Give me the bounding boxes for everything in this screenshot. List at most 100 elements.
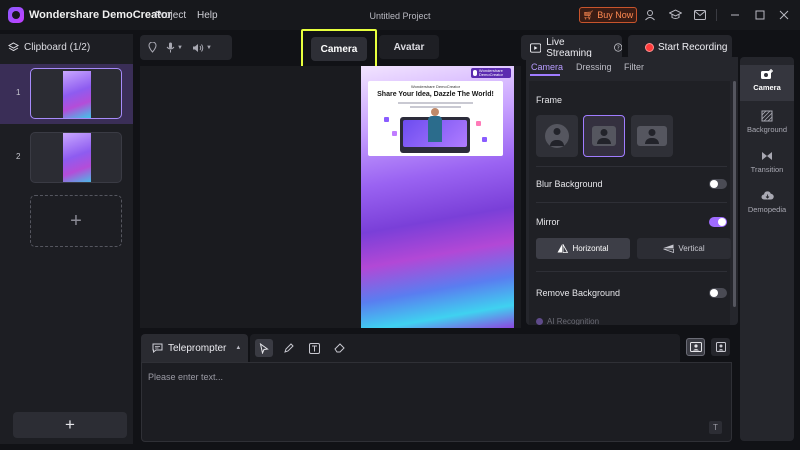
tab-camera-settings[interactable]: Camera [531,62,563,72]
sidebar-item-camera[interactable]: Camera [740,65,794,101]
clip-item-1[interactable]: 1 [0,64,133,124]
app-title: Wondershare DemoCreator [29,9,172,21]
record-icon [645,43,654,52]
clipboard-header: Clipboard (1/2) [8,42,90,53]
blur-background-label: Blur Background [536,179,603,189]
eraser-icon [333,343,345,353]
text-tool[interactable] [305,339,323,357]
mirror-horizontal-button[interactable]: Horizontal [536,238,630,259]
cart-icon: 🛒︎ [582,9,595,20]
teleprompter-toolbar [250,334,680,362]
help-icon[interactable]: ? [613,43,622,52]
menu-help[interactable]: Help [197,10,218,21]
sidebar-item-transition[interactable]: Transition [740,147,794,183]
chevron-down-icon: ▼ [205,44,212,51]
chevron-up-icon: ▲ [235,345,242,351]
select-icon [259,342,269,354]
banner-title: Share Your Idea, Dazzle The World! [377,91,494,98]
frame-option-square[interactable] [583,115,625,157]
mirror-toggle[interactable] [709,217,727,227]
person-icon [715,342,726,352]
device-bar: ▼ ▼ [140,35,232,60]
frame-label: Frame [536,95,563,105]
ai-recognition-option[interactable]: AI Recognition [536,317,599,325]
tab-filter[interactable]: Filter [624,62,644,72]
layers-icon [8,42,19,52]
sidebar-item-background[interactable]: Background [740,107,794,143]
banner-brand: Wondershare DemoCreator [410,84,461,89]
banner-image: Wondershare DemoCreator Share Your Idea,… [368,81,503,156]
brand-logo-icon [473,70,477,76]
speaker-toggle[interactable]: ▼ [192,43,212,53]
add-clip-slot[interactable]: + [30,195,122,247]
canvas-brand-text: Wondershare DemoCreator [478,68,503,77]
remove-background-toggle[interactable] [709,288,727,298]
graduation-cap-icon[interactable] [667,7,683,23]
select-tool[interactable] [255,339,273,357]
clip-number: 2 [16,152,21,161]
maximize-icon[interactable] [752,7,768,23]
remove-background-label: Remove Background [536,288,621,298]
clip-item-2[interactable]: 2 [0,128,133,188]
add-clip-button[interactable]: + [13,412,127,438]
clipboard-panel: Clipboard (1/2) 1 2 + + [0,34,133,444]
pen-tool[interactable] [280,339,298,357]
buy-now-button[interactable]: 🛒︎ Buy Now [579,7,637,23]
tab-camera[interactable]: Camera [311,37,367,61]
sidebar-item-label: Camera [753,83,781,92]
live-stream-icon [530,42,542,53]
tab-avatar[interactable]: Avatar [379,35,439,59]
sidebar-item-label: Transition [750,165,784,174]
teleprompter-tab[interactable]: Teleprompter ▲ [141,334,248,362]
camera-settings-panel: Camera Dressing Filter Frame Blur Backgr… [526,57,738,325]
tab-dressing[interactable]: Dressing [576,62,612,72]
teleprompter-text-input[interactable] [148,369,708,385]
camera-plus-icon [740,68,794,80]
camera-layout-icon [689,342,702,352]
sidebar-item-label: Demopedia [747,205,787,214]
layout-camera-button[interactable] [686,338,705,356]
ai-recognition-label: AI Recognition [547,317,600,325]
transition-icon [740,150,794,162]
clipboard-title: Clipboard (1/2) [24,42,91,53]
flip-vertical-icon [663,244,675,253]
message-icon [152,343,163,353]
menu-project[interactable]: Project [155,10,186,21]
frame-option-circle[interactable] [536,115,578,157]
microphone-icon [166,42,175,53]
buy-now-label: Buy Now [597,10,634,20]
microphone-toggle[interactable]: ▼ [166,42,183,53]
app-logo-icon [8,7,24,23]
settings-body: Frame Blur Background Mirror Horizontal … [529,81,731,325]
close-icon[interactable] [776,7,792,23]
text-icon [308,342,320,354]
preview-canvas[interactable]: Wondershare DemoCreator Wondershare Demo… [361,66,514,328]
banner-person [427,108,443,142]
canvas-brand-badge: Wondershare DemoCreator [471,68,511,78]
mirror-label: Mirror [536,217,560,227]
settings-scrollbar[interactable] [733,81,736,307]
live-streaming-label: Live Streaming [546,36,592,59]
eraser-tool[interactable] [330,339,348,357]
tab-camera-highlight: Camera [301,29,377,69]
blur-background-toggle[interactable] [709,179,727,189]
title-bar: Wondershare DemoCreator Project Help Unt… [0,0,800,30]
active-tab-indicator [530,74,560,76]
right-toolbar: Camera Background Transition Demopedia [740,57,794,441]
flip-horizontal-icon [557,244,569,253]
circle-frame-icon [545,124,569,148]
text-format-icon[interactable]: T [709,421,722,434]
mail-icon[interactable] [692,7,708,23]
clip-thumbnail [30,68,122,119]
minimize-icon[interactable] [727,7,743,23]
layout-person-button[interactable] [711,338,730,356]
camera-device-toggle[interactable] [148,42,157,53]
sidebar-item-demopedia[interactable]: Demopedia [740,187,794,223]
frame-option-rectangle[interactable] [631,115,673,157]
user-icon[interactable] [642,7,658,23]
speaker-icon [192,43,204,52]
teleprompter-area: T [141,362,732,442]
mirror-vertical-button[interactable]: Vertical [637,238,731,259]
mirror-horizontal-label: Horizontal [572,244,609,253]
square-frame-icon [592,126,616,146]
